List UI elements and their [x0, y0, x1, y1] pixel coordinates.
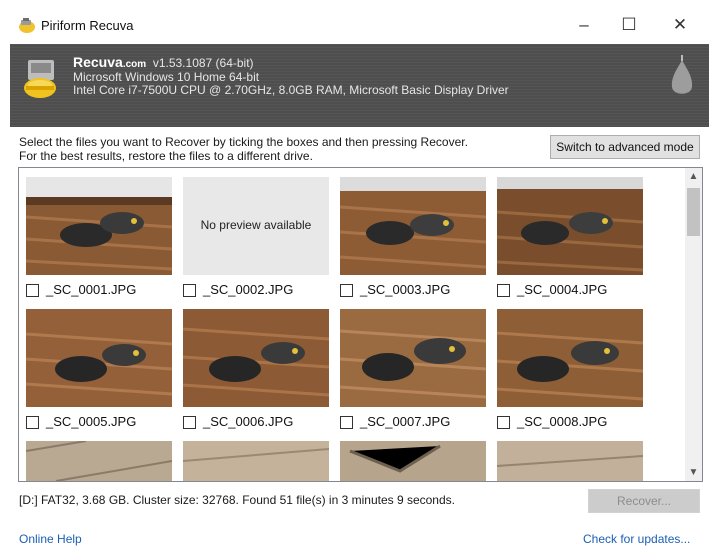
thumbnail-image[interactable] — [26, 441, 172, 481]
thumbnail-image[interactable] — [183, 309, 329, 407]
title-bar: Piriform Recuva – ☐ ✕ — [0, 0, 709, 44]
thumbnail-image[interactable] — [497, 309, 643, 407]
product-version: v1.53.1087 (64-bit) — [152, 56, 254, 70]
product-info: Recuva.com v1.53.1087 (64-bit) Microsoft… — [73, 54, 509, 97]
thumbnail-image[interactable] — [26, 177, 172, 275]
thumbnail-image[interactable] — [340, 309, 486, 407]
thumbnail-image[interactable] — [497, 441, 643, 481]
file-checkbox[interactable] — [497, 416, 510, 429]
file-checkbox[interactable] — [340, 416, 353, 429]
file-checkbox[interactable] — [497, 284, 510, 297]
file-name: _SC_0001.JPG — [46, 282, 137, 297]
minimize-button[interactable]: – — [564, 10, 604, 40]
product-name: Recuva — [73, 54, 123, 70]
thumbnail-image[interactable] — [340, 441, 486, 481]
file-name: _SC_0002.JPG — [203, 282, 294, 297]
piriform-pear-icon — [671, 55, 693, 94]
file-name: _SC_0006.JPG — [203, 414, 294, 429]
scan-status: [D:] FAT32, 3.68 GB. Cluster size: 32768… — [19, 493, 455, 507]
thumbnail-image[interactable] — [26, 309, 172, 407]
thumbnail-image[interactable] — [340, 177, 486, 275]
file-name: _SC_0005.JPG — [46, 414, 137, 429]
scroll-down-arrow-icon[interactable]: ▼ — [685, 464, 702, 481]
file-checkbox[interactable] — [26, 416, 39, 429]
file-name: _SC_0004.JPG — [517, 282, 608, 297]
file-name: _SC_0007.JPG — [360, 414, 451, 429]
maximize-button[interactable]: ☐ — [609, 10, 649, 40]
file-checkbox[interactable] — [183, 416, 196, 429]
recuva-logo-icon — [24, 60, 56, 98]
product-domain: .com — [122, 59, 147, 70]
no-preview-text: No preview available — [200, 218, 312, 232]
file-checkbox[interactable] — [340, 284, 353, 297]
recuva-app-icon — [19, 18, 35, 33]
switch-advanced-mode-button[interactable]: Switch to advanced mode — [550, 135, 700, 159]
thumbnail-no-preview[interactable]: No preview available — [183, 177, 329, 275]
thumbnail-image[interactable] — [183, 441, 329, 481]
hardware-info: Intel Core i7-7500U CPU @ 2.70GHz, 8.0GB… — [73, 83, 509, 97]
file-gallery[interactable]: _SC_0001.JPG No preview available _SC_00… — [18, 167, 703, 482]
instructions-line-1: Select the files you want to Recover by … — [19, 135, 468, 149]
thumbnail-image[interactable] — [497, 177, 643, 275]
close-button[interactable]: ✕ — [660, 10, 700, 40]
vertical-scrollbar[interactable]: ▲ ▼ — [685, 168, 702, 481]
scroll-up-arrow-icon[interactable]: ▲ — [685, 168, 702, 185]
product-header: Recuva.com v1.53.1087 (64-bit) Microsoft… — [10, 44, 709, 127]
scrollbar-thumb[interactable] — [687, 188, 700, 236]
file-checkbox[interactable] — [183, 284, 196, 297]
instructions-line-2: For the best results, restore the files … — [19, 149, 313, 163]
file-name: _SC_0008.JPG — [517, 414, 608, 429]
file-name: _SC_0003.JPG — [360, 282, 451, 297]
window-title: Piriform Recuva — [41, 18, 134, 33]
file-checkbox[interactable] — [26, 284, 39, 297]
recover-button[interactable]: Recover... — [588, 489, 700, 513]
instructions: Select the files you want to Recover by … — [19, 135, 468, 163]
